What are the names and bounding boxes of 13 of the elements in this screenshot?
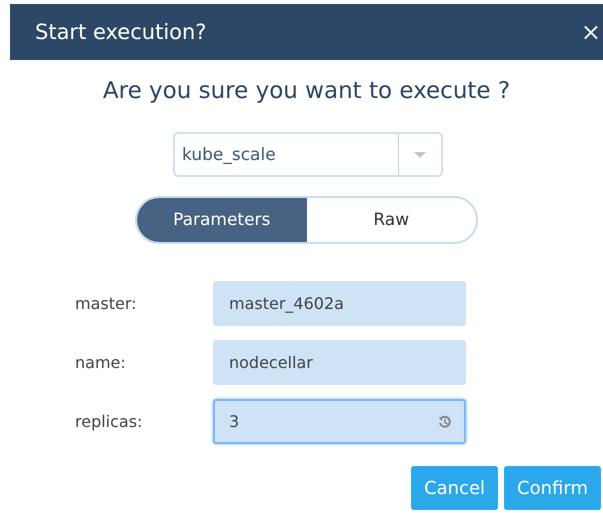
confirm-heading: Are you sure you want to execute ? — [102, 78, 512, 104]
mode-tab[interactable]: Parameters — [137, 198, 306, 242]
input-field[interactable]: 3 — [213, 399, 466, 444]
workflow-dropdown[interactable]: kube_scale — [173, 132, 443, 177]
reset-icon[interactable] — [438, 414, 452, 428]
caret-icon — [414, 152, 426, 158]
field-label: replicas: — [74, 412, 144, 431]
field-label: master: — [74, 294, 138, 313]
dialog-title: Start execution? — [35, 20, 206, 44]
field-label: name: — [74, 353, 127, 372]
input-field[interactable]: master_4602a — [213, 281, 466, 326]
input-field[interactable]: nodecellar — [213, 340, 466, 385]
close-button[interactable]: × — [580, 18, 603, 46]
